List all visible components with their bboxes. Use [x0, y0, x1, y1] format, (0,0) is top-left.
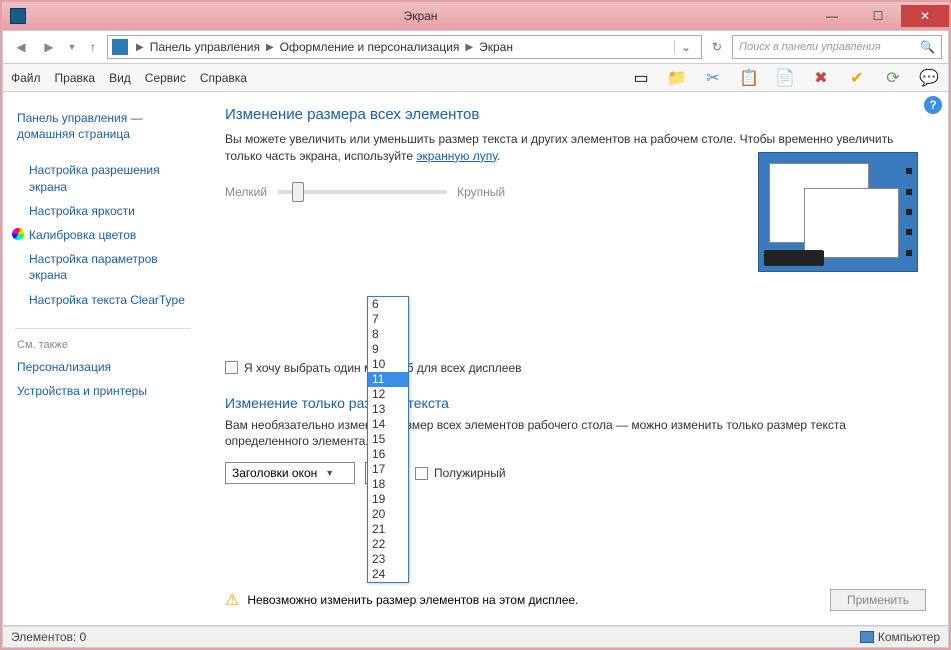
chevron-right-icon: ▶	[461, 42, 477, 53]
menubar: Файл Правка Вид Сервис Справка ▭ 📁 ✂ 📋 📄…	[2, 64, 949, 92]
magnifier-link[interactable]: экранную лупу	[416, 149, 497, 163]
dropdown-option[interactable]: 14	[368, 417, 408, 432]
dropdown-option[interactable]: 18	[368, 477, 408, 492]
search-input[interactable]: Поиск в панели управления 🔍	[732, 35, 942, 59]
apply-button[interactable]: Применить	[830, 589, 926, 611]
navigation-row: ◀ ▶ ▼ ↑ ▶ Панель управления ▶ Оформление…	[2, 30, 949, 64]
dropdown-option[interactable]: 13	[368, 402, 408, 417]
dropdown-option[interactable]: 8	[368, 327, 408, 342]
checkbox-one-scale[interactable]: Я хочу выбрать один масштаб для всех дис…	[225, 361, 926, 375]
paste-icon[interactable]: 📄	[774, 67, 796, 89]
dropdown-option[interactable]: 24	[368, 567, 408, 582]
dropdown-option[interactable]: 7	[368, 312, 408, 327]
dropdown-option[interactable]: 20	[368, 507, 408, 522]
sidebar-link-calibration[interactable]: Калибровка цветов	[15, 223, 191, 247]
history-dropdown[interactable]: ▼	[65, 35, 79, 59]
dropdown-option[interactable]: 6	[368, 297, 408, 312]
checkbox-icon[interactable]	[225, 361, 238, 374]
minimize-button[interactable]: —	[809, 5, 855, 27]
close-button[interactable]: ✕	[901, 5, 949, 27]
status-computer: Компьютер	[878, 630, 940, 644]
breadcrumb-item[interactable]: Экран	[477, 40, 515, 54]
titlebar: Экран — ☐ ✕	[2, 2, 949, 30]
delete-icon[interactable]: ✖	[810, 67, 832, 89]
warning-text: Невозможно изменить размер элементов на …	[247, 593, 822, 607]
menu-edit[interactable]: Правка	[55, 71, 96, 85]
location-icon	[112, 39, 128, 55]
sync-icon[interactable]: ⟳	[882, 67, 904, 89]
size-slider[interactable]	[277, 190, 447, 194]
dropdown-option[interactable]: 23	[368, 552, 408, 567]
back-button[interactable]: ◀	[9, 35, 33, 59]
font-size-dropdown[interactable]: 6789101112131415161718192021222324	[367, 296, 409, 583]
menu-help[interactable]: Справка	[200, 71, 247, 85]
status-count: Элементов: 0	[11, 630, 86, 644]
sidebar-link-brightness[interactable]: Настройка яркости	[15, 199, 191, 223]
sidebar-home[interactable]: Панель управления — домашняя страница	[15, 106, 191, 146]
bold-label: Полужирный	[434, 466, 506, 480]
warning-icon: ⚠	[225, 590, 239, 610]
up-button[interactable]: ↑	[83, 40, 103, 54]
dropdown-option[interactable]: 21	[368, 522, 408, 537]
sidebar-link-params[interactable]: Настройка параметров экрана	[15, 247, 191, 287]
see-also-label: См. также	[15, 339, 191, 351]
menu-service[interactable]: Сервис	[145, 71, 186, 85]
warning-row: ⚠ Невозможно изменить размер элементов н…	[225, 589, 926, 611]
maximize-button[interactable]: ☐	[855, 5, 901, 27]
main-content: Изменение размера всех элементов Вы може…	[203, 92, 948, 625]
sidebar: Панель управления — домашняя страница На…	[3, 92, 203, 625]
cut-icon[interactable]: ✂	[702, 67, 724, 89]
dropdown-option[interactable]: 9	[368, 342, 408, 357]
sidebar-link-resolution[interactable]: Настройка разрешения экрана	[15, 158, 191, 198]
chevron-right-icon: ▶	[132, 42, 148, 53]
bold-checkbox[interactable]	[415, 467, 428, 480]
check-icon[interactable]: ✔	[846, 67, 868, 89]
copy-icon[interactable]: 📋	[738, 67, 760, 89]
panel-icon[interactable]: ▭	[630, 67, 652, 89]
refresh-button[interactable]: ↻	[706, 40, 728, 54]
chat-icon[interactable]: 💬	[918, 67, 940, 89]
menu-view[interactable]: Вид	[109, 71, 131, 85]
description-2: Вам необязательно изменять размер всех э…	[225, 417, 926, 451]
search-placeholder: Поиск в панели управления	[739, 41, 920, 53]
breadcrumb-dropdown[interactable]: ⌄	[674, 40, 697, 54]
display-preview	[758, 152, 918, 272]
menu-file[interactable]: Файл	[11, 71, 41, 85]
statusbar: Элементов: 0 Компьютер	[2, 626, 949, 648]
element-select[interactable]: Заголовки окон ▼	[225, 462, 355, 484]
folder-icon[interactable]: 📁	[666, 67, 688, 89]
dropdown-option[interactable]: 12	[368, 387, 408, 402]
window-title: Экран	[32, 9, 809, 23]
slider-min-label: Мелкий	[225, 185, 267, 199]
sidebar-link-cleartype[interactable]: Настройка текста ClearType	[15, 288, 191, 312]
slider-thumb[interactable]	[292, 182, 304, 202]
slider-max-label: Крупный	[457, 185, 505, 199]
chevron-right-icon: ▶	[262, 42, 278, 53]
dropdown-option[interactable]: 10	[368, 357, 408, 372]
chevron-down-icon: ▼	[325, 468, 334, 478]
heading-text-only: Изменение только размера текста	[225, 395, 926, 411]
app-icon	[10, 8, 26, 24]
dropdown-option[interactable]: 16	[368, 447, 408, 462]
heading-resize-all: Изменение размера всех элементов	[225, 106, 926, 123]
dropdown-option[interactable]: 22	[368, 537, 408, 552]
computer-icon	[860, 631, 874, 643]
search-icon: 🔍	[920, 40, 935, 54]
dropdown-option[interactable]: 17	[368, 462, 408, 477]
dropdown-option[interactable]: 19	[368, 492, 408, 507]
forward-button[interactable]: ▶	[37, 35, 61, 59]
breadcrumb[interactable]: ▶ Панель управления ▶ Оформление и персо…	[107, 35, 702, 59]
dropdown-option[interactable]: 15	[368, 432, 408, 447]
breadcrumb-item[interactable]: Панель управления	[148, 40, 262, 54]
dropdown-option[interactable]: 11	[368, 372, 408, 387]
sidebar-link-devices[interactable]: Устройства и принтеры	[15, 379, 191, 403]
sidebar-link-personalization[interactable]: Персонализация	[15, 355, 191, 379]
breadcrumb-item[interactable]: Оформление и персонализация	[278, 40, 462, 54]
